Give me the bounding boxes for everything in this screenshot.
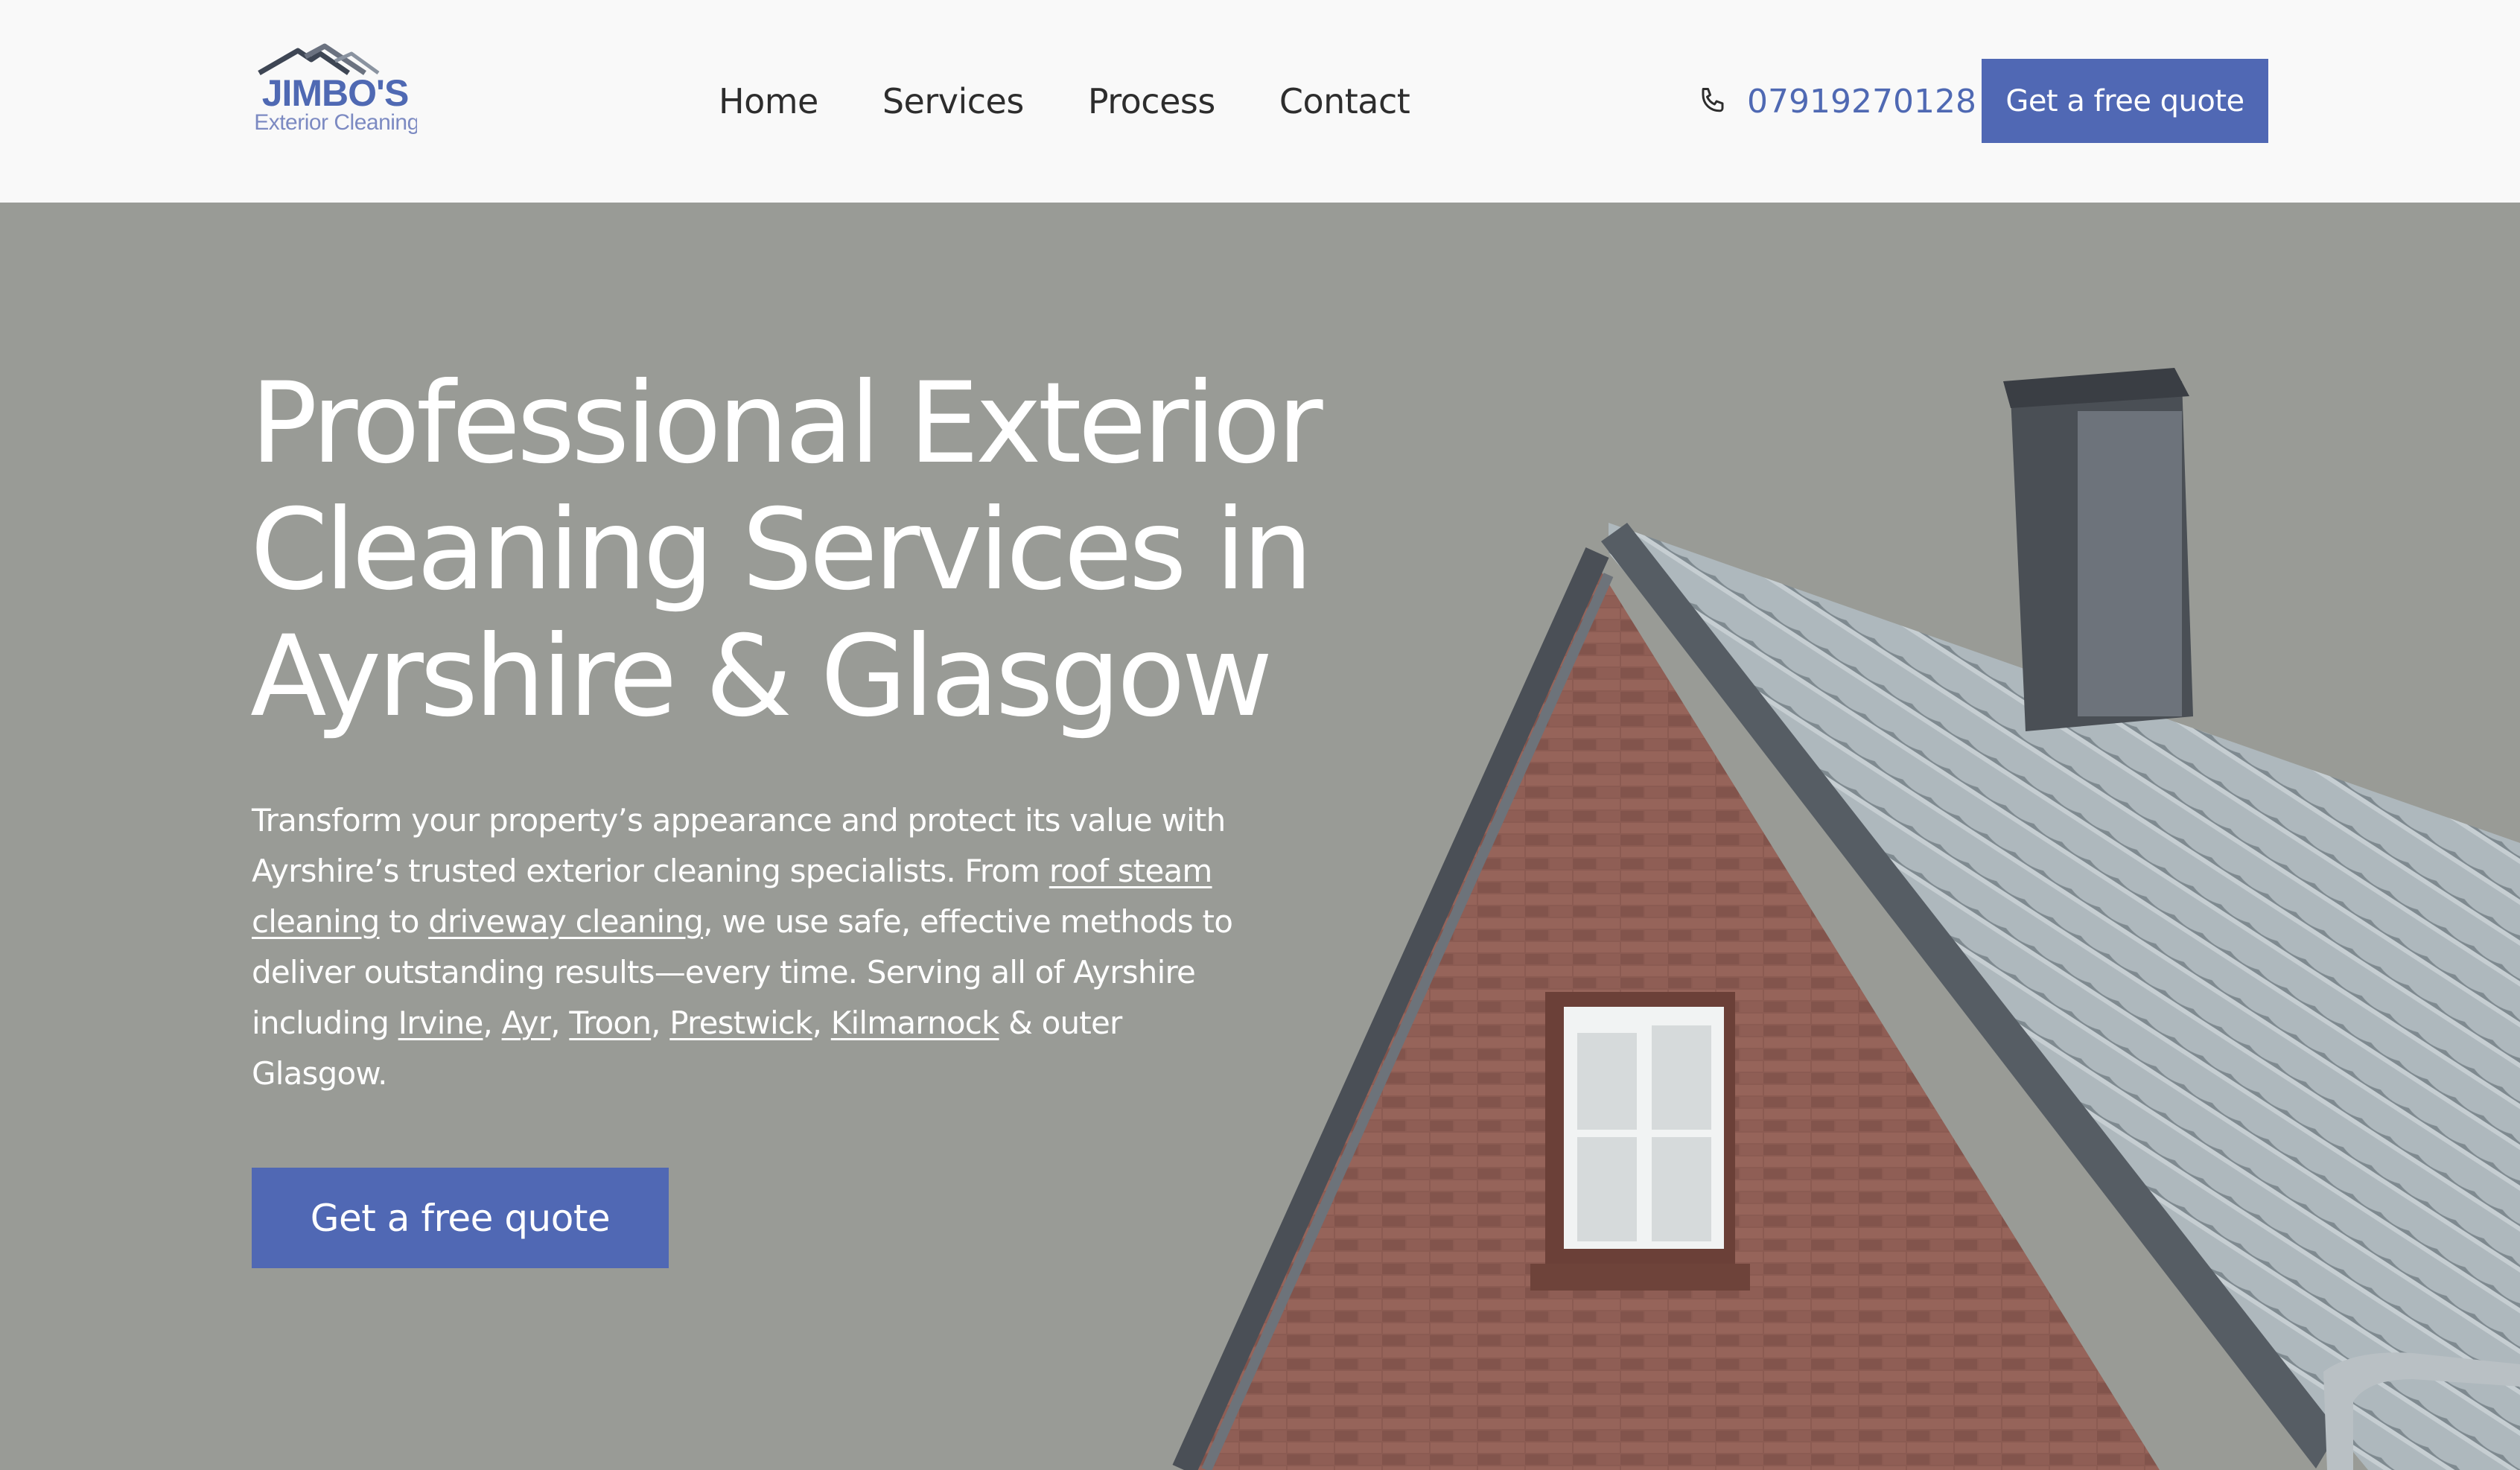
site-header: JIMBO'S Exterior Cleaning Home Services … xyxy=(0,0,2520,203)
link-prestwick[interactable]: Prestwick xyxy=(669,1005,812,1041)
logo-tagline: Exterior Cleaning xyxy=(254,110,417,135)
logo-name: JIMBO'S xyxy=(262,72,409,114)
nav-link-home[interactable]: Home xyxy=(719,81,818,121)
phone-number: 07919270128 xyxy=(1747,82,1976,121)
main-nav: Home Services Process Contact xyxy=(719,77,1410,125)
link-ayr[interactable]: Ayr xyxy=(502,1005,551,1041)
house-roof-logo-icon: JIMBO'S Exterior Cleaning xyxy=(254,43,417,135)
hero-section: Professional Exterior Cleaning Services … xyxy=(0,203,2520,1470)
link-kilmarnock[interactable]: Kilmarnock xyxy=(831,1005,1000,1041)
hero-get-quote-button[interactable]: Get a free quote xyxy=(252,1168,669,1268)
nav-link-contact[interactable]: Contact xyxy=(1279,81,1410,121)
link-driveway-cleaning[interactable]: driveway cleaning xyxy=(428,903,704,940)
hero-description: Transform your property’s appearance and… xyxy=(252,795,1235,1099)
window xyxy=(1530,992,1750,1291)
hero-text-separator: , xyxy=(483,1005,502,1041)
hero-text-separator: , xyxy=(812,1005,831,1041)
hero-title: Professional Exterior Cleaning Services … xyxy=(250,359,1323,742)
nav-link-services[interactable]: Services xyxy=(882,81,1024,121)
hero-text-separator: , xyxy=(651,1005,670,1041)
logo[interactable]: JIMBO'S Exterior Cleaning xyxy=(253,43,417,140)
phone-icon xyxy=(1702,88,1724,112)
hero-text-part: to xyxy=(379,903,429,940)
nav-link-process[interactable]: Process xyxy=(1088,81,1216,121)
link-troon[interactable]: Troon xyxy=(569,1005,652,1041)
header-get-quote-button[interactable]: Get a free quote xyxy=(1982,59,2268,143)
hero-text-separator: , xyxy=(550,1005,570,1041)
link-irvine[interactable]: Irvine xyxy=(398,1005,484,1041)
phone-link[interactable]: 07919270128 xyxy=(1696,77,1976,125)
